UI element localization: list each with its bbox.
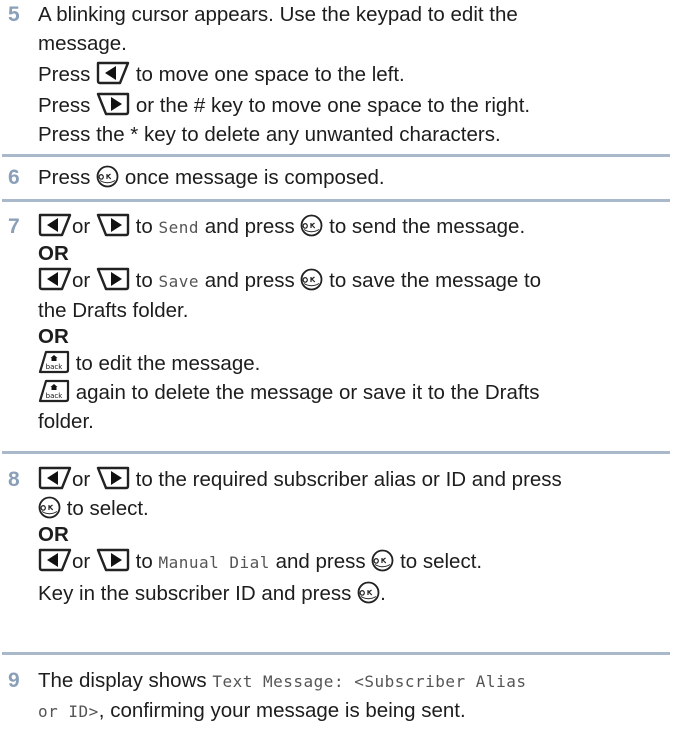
inline-text: or — [72, 269, 91, 292]
inline-text: to the required subscriber alias or ID a… — [135, 468, 562, 491]
inline-text: Press — [38, 63, 91, 86]
step-text: folder. — [38, 410, 94, 433]
step-number: 7 — [8, 215, 20, 238]
display-status: The display shows Text Message: <Subscri… — [38, 666, 670, 696]
compose-confirm-instruction: Press once message is composed. — [38, 163, 670, 192]
move-left-instruction: Press to move one space to the left. — [38, 60, 670, 89]
display-status-cont: or ID>, confirming your message is being… — [38, 696, 670, 726]
divider — [2, 451, 670, 454]
inline-text: or — [72, 215, 91, 238]
inline-text: . — [380, 582, 386, 605]
inline-text: to select. — [66, 497, 149, 520]
back-key-icon: back — [38, 350, 70, 374]
inline-text: Press — [38, 166, 91, 189]
svg-text:back: back — [46, 363, 64, 371]
inline-text: and press — [204, 215, 295, 238]
inline-text: again to delete the message or save it t… — [75, 381, 540, 404]
step-text: the Drafts folder. — [38, 299, 189, 322]
inline-text: once message is composed. — [124, 166, 385, 189]
ok-key-icon — [371, 549, 394, 572]
right-arrow-key-icon — [96, 267, 130, 291]
inline-text: , confirming your message is being sent. — [98, 699, 466, 722]
or-label: OR — [38, 242, 69, 265]
left-arrow-key-icon — [38, 267, 72, 291]
move-right-instruction: Press or the # key to move one space to … — [38, 91, 670, 120]
left-arrow-key-icon — [38, 466, 72, 490]
inline-text: to send the message. — [329, 215, 526, 238]
step-number: 6 — [8, 166, 20, 189]
inline-text: to — [135, 269, 153, 292]
manual-dial-option: or to Manual Dial and press to select. — [38, 547, 670, 577]
inline-text: The display shows — [38, 669, 207, 692]
step-number: 9 — [8, 669, 20, 692]
inline-text: Key in the subscriber ID and press — [38, 582, 352, 605]
inline-text: or — [72, 550, 91, 573]
divider — [2, 154, 670, 157]
divider — [2, 652, 670, 655]
lcd-text: Manual Dial — [158, 553, 270, 572]
right-arrow-key-icon — [96, 466, 130, 490]
ok-key-icon — [357, 581, 380, 604]
right-arrow-key-icon — [96, 92, 130, 116]
lcd-text: Text Message: <Subscriber Alias — [212, 672, 527, 691]
select-confirm: to select. — [38, 494, 670, 523]
inline-text: to — [135, 215, 153, 238]
lcd-text: Send — [158, 218, 199, 237]
back-key-icon: back — [38, 379, 70, 403]
inline-text: to — [135, 550, 153, 573]
lcd-text: or ID> — [38, 702, 99, 721]
ok-key-icon — [96, 165, 119, 188]
inline-text: to move one space to the left. — [135, 63, 405, 86]
inline-text: to select. — [400, 550, 483, 573]
key-in-instruction: Key in the subscriber ID and press . — [38, 579, 670, 608]
inline-text: and press — [275, 550, 366, 573]
divider — [2, 199, 670, 202]
inline-text: or the # key to move one space to the ri… — [135, 94, 531, 117]
inline-text: to edit the message. — [75, 352, 261, 375]
step-number: 5 — [8, 3, 20, 26]
ok-key-icon — [300, 268, 323, 291]
edit-option: back to edit the message. — [38, 349, 670, 378]
or-label: OR — [38, 325, 69, 348]
step-number: 8 — [8, 468, 20, 491]
or-label: OR — [38, 523, 69, 546]
left-arrow-key-icon — [38, 548, 72, 572]
inline-text: and press — [204, 269, 295, 292]
step-text: A blinking cursor appears. Use the keypa… — [38, 3, 518, 26]
inline-text: or — [72, 468, 91, 491]
delete-instruction: Press the * key to delete any unwanted c… — [38, 123, 501, 146]
svg-text:back: back — [46, 392, 64, 400]
left-arrow-key-icon — [38, 213, 72, 237]
right-arrow-key-icon — [96, 213, 130, 237]
step-text: message. — [38, 32, 127, 55]
save-option: or to Save and press to save the message… — [38, 266, 670, 296]
left-arrow-key-icon — [96, 61, 130, 85]
delete-option: back again to delete the message or save… — [38, 378, 670, 407]
right-arrow-key-icon — [96, 548, 130, 572]
ok-key-icon — [38, 496, 61, 519]
inline-text: to save the message to — [329, 269, 542, 292]
lcd-text: Save — [158, 272, 199, 291]
ok-key-icon — [300, 214, 323, 237]
select-alias-option: or to the required subscriber alias or I… — [38, 465, 670, 494]
send-option: or to Send and press to send the message… — [38, 212, 670, 242]
inline-text: Press — [38, 94, 91, 117]
